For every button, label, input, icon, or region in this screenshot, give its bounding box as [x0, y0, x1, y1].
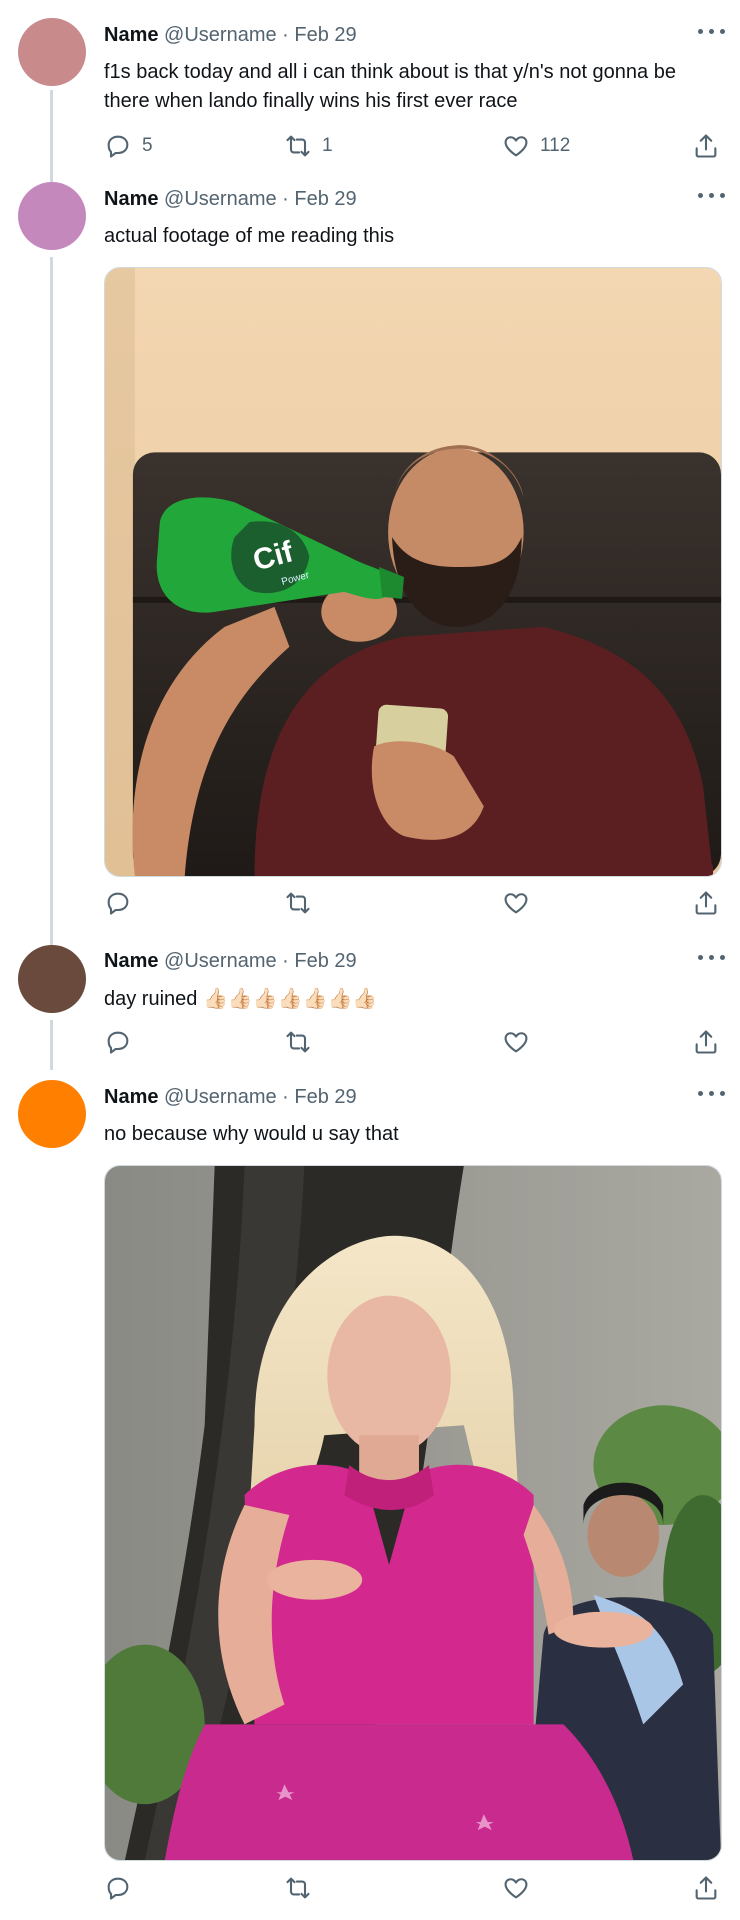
thread-line [50, 257, 53, 935]
username-date: @Username · Feb 29 [164, 24, 357, 46]
thread-line [50, 1020, 53, 1070]
retweet-button[interactable] [284, 887, 312, 919]
tweet-header: Name @Username · Feb 29 [104, 949, 357, 973]
share-icon [695, 134, 717, 158]
retweet-icon [286, 1031, 310, 1053]
tweet-actions [104, 887, 724, 919]
like-button[interactable] [502, 1026, 530, 1058]
more-icon[interactable] [698, 188, 726, 202]
tweet-text: day ruined 👍🏻👍🏻👍🏻👍🏻👍🏻👍🏻👍🏻 [104, 988, 378, 1010]
tweet-photo[interactable] [104, 1165, 722, 1861]
retweet-button[interactable] [284, 1026, 312, 1058]
retweet-button[interactable] [284, 1872, 312, 1904]
reply-icon [107, 1877, 129, 1900]
username-date: @Username · Feb 29 [164, 188, 357, 210]
username-date: @Username · Feb 29 [164, 950, 357, 972]
tweet-header: Name @Username · Feb 29 [104, 23, 357, 47]
retweet-count: 1 [322, 135, 333, 156]
reply-button[interactable] [104, 887, 132, 919]
reply-icon [107, 135, 129, 158]
tweet-text: no because why would u say that [104, 1123, 399, 1145]
more-icon[interactable] [698, 950, 726, 964]
avatar[interactable] [18, 1080, 86, 1148]
avatar[interactable] [18, 18, 86, 86]
display-name[interactable]: Name [104, 950, 158, 972]
display-name[interactable]: Name [104, 188, 158, 210]
thread-line [50, 175, 53, 182]
reply-button[interactable]: 5 [104, 130, 153, 162]
thread-line [50, 90, 53, 175]
more-icon[interactable] [698, 24, 726, 38]
tweet-header: Name @Username · Feb 29 [104, 187, 357, 211]
tweet-4[interactable]: Name @Username · Feb 29 no because why w… [0, 1070, 740, 1920]
tweet-actions [104, 1872, 724, 1904]
heart-icon [504, 1878, 528, 1899]
like-button[interactable] [502, 887, 530, 919]
display-name[interactable]: Name [104, 24, 158, 46]
share-icon [695, 891, 717, 915]
more-icon[interactable] [698, 1086, 726, 1100]
tweet-1[interactable]: Name @Username · Feb 29 f1s back today a… [0, 0, 740, 175]
tweet-actions [104, 1026, 724, 1058]
share-button[interactable] [692, 1026, 720, 1058]
share-button[interactable] [692, 887, 720, 919]
like-button[interactable]: 112 [502, 130, 570, 162]
like-count: 112 [540, 135, 571, 156]
tweet-text: actual footage of me reading this [104, 225, 395, 247]
avatar[interactable] [18, 945, 86, 1013]
photo-woman-shrugging [105, 1166, 721, 1860]
reply-button[interactable] [104, 1872, 132, 1904]
share-button[interactable] [692, 130, 720, 162]
heart-icon [504, 1032, 528, 1053]
reply-count: 5 [142, 135, 153, 156]
reply-button[interactable] [104, 1026, 132, 1058]
retweet-icon [286, 892, 310, 914]
tweet-header: Name @Username · Feb 29 [104, 1085, 357, 1109]
thread-line [50, 935, 53, 945]
tweet-text: f1s back today and all i can think about… [104, 61, 676, 112]
username-date: @Username · Feb 29 [164, 1086, 357, 1108]
avatar[interactable] [18, 182, 86, 250]
display-name[interactable]: Name [104, 1086, 158, 1108]
heart-icon [504, 136, 528, 157]
tweet-2[interactable]: Name @Username · Feb 29 actual footage o… [0, 175, 740, 935]
tweet-3[interactable]: Name @Username · Feb 29 day ruined 👍🏻👍🏻👍… [0, 935, 740, 1070]
tweet-photo[interactable]: Cif Power [104, 267, 722, 877]
share-icon [695, 1030, 717, 1054]
tweet-actions: 5 1 112 [104, 130, 724, 162]
share-icon [695, 1876, 717, 1900]
heart-icon [504, 893, 528, 914]
reply-icon [107, 1031, 129, 1054]
retweet-button[interactable]: 1 [284, 130, 333, 162]
like-button[interactable] [502, 1872, 530, 1904]
share-button[interactable] [692, 1872, 720, 1904]
retweet-icon [286, 135, 310, 157]
reply-icon [107, 892, 129, 915]
photo-man-drinking-cleaner: Cif Power [105, 268, 721, 876]
retweet-icon [286, 1877, 310, 1899]
